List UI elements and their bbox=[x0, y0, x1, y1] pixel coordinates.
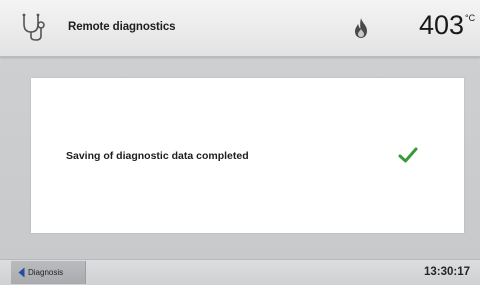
temperature-value: 403 bbox=[419, 10, 465, 40]
header-bar: Remote diagnostics 403 °C bbox=[0, 0, 480, 57]
page-title: Remote diagnostics bbox=[68, 21, 176, 33]
clock: 13:30:17 bbox=[423, 266, 470, 278]
back-button-label: Diagnosis bbox=[28, 268, 64, 277]
screen: Remote diagnostics 403 °C Saving of diag… bbox=[0, 0, 480, 285]
stethoscope-icon bbox=[22, 13, 45, 41]
temperature-unit: °C bbox=[465, 13, 476, 23]
footer-bar: Diagnosis 13:30:17 bbox=[0, 259, 480, 285]
flame-icon bbox=[355, 18, 367, 38]
status-message: Saving of diagnostic data completed bbox=[66, 150, 249, 162]
back-button[interactable]: Diagnosis bbox=[11, 261, 86, 284]
check-icon bbox=[398, 147, 418, 163]
back-arrow-icon bbox=[18, 267, 25, 278]
status-dialog: Saving of diagnostic data completed bbox=[31, 78, 464, 233]
